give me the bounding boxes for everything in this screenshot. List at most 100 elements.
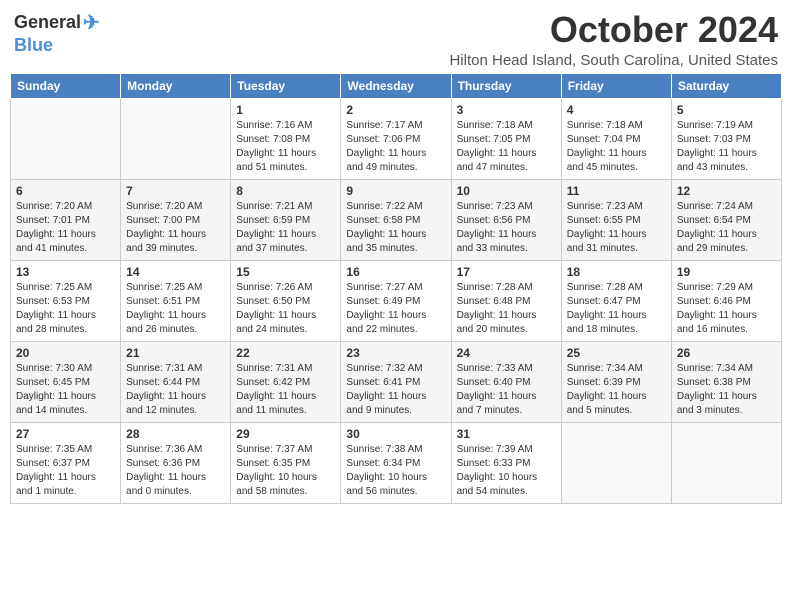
calendar-cell: 16 Sunrise: 7:27 AM Sunset: 6:49 PM Dayli… bbox=[341, 260, 451, 341]
calendar-cell: 14Sunrise: 7:25 AM Sunset: 6:51 PM Dayli… bbox=[121, 260, 231, 341]
day-number: 30 bbox=[346, 427, 445, 441]
day-number: 14 bbox=[126, 265, 225, 279]
day-number: 5 bbox=[677, 103, 776, 117]
calendar-cell: 5 Sunrise: 7:19 AM Sunset: 7:03 PM Daylig… bbox=[671, 98, 781, 179]
calendar-cell bbox=[121, 98, 231, 179]
calendar-cell: 27 Sunrise: 7:35 AM Sunset: 6:37 PM Dayli… bbox=[11, 422, 121, 503]
day-info: Sunrise: 7:28 AM Sunset: 6:47 PM Dayligh… bbox=[567, 281, 666, 337]
calendar-cell bbox=[11, 98, 121, 179]
page-header: General ✈ Blue October 2024 Hilton Head … bbox=[10, 10, 782, 69]
calendar-cell: 29Sunrise: 7:37 AM Sunset: 6:35 PM Dayli… bbox=[231, 422, 341, 503]
calendar-cell: 7 Sunrise: 7:20 AM Sunset: 7:00 PM Daylig… bbox=[121, 179, 231, 260]
day-number: 28 bbox=[126, 427, 225, 441]
calendar-cell: 11Sunrise: 7:23 AM Sunset: 6:55 PM Dayli… bbox=[561, 179, 671, 260]
month-title: October 2024 bbox=[449, 10, 778, 50]
day-number: 1 bbox=[236, 103, 335, 117]
calendar-cell: 12Sunrise: 7:24 AM Sunset: 6:54 PM Dayli… bbox=[671, 179, 781, 260]
day-info: Sunrise: 7:34 AM Sunset: 6:38 PM Dayligh… bbox=[677, 362, 776, 418]
day-number: 25 bbox=[567, 346, 666, 360]
logo-icon: ✈ bbox=[83, 10, 100, 35]
day-number: 7 bbox=[126, 184, 225, 198]
weekday-header: Thursday bbox=[451, 73, 561, 98]
logo-blue: Blue bbox=[14, 35, 53, 56]
day-info: Sunrise: 7:20 AM Sunset: 7:00 PM Dayligh… bbox=[126, 200, 225, 256]
day-number: 9 bbox=[346, 184, 445, 198]
day-number: 13 bbox=[16, 265, 115, 279]
weekday-header: Wednesday bbox=[341, 73, 451, 98]
logo-general: General bbox=[14, 12, 81, 33]
day-number: 18 bbox=[567, 265, 666, 279]
weekday-header: Sunday bbox=[11, 73, 121, 98]
weekday-header-row: SundayMondayTuesdayWednesdayThursdayFrid… bbox=[11, 73, 782, 98]
title-block: October 2024 Hilton Head Island, South C… bbox=[449, 10, 778, 69]
calendar-cell: 10 Sunrise: 7:23 AM Sunset: 6:56 PM Dayli… bbox=[451, 179, 561, 260]
calendar-cell: 1 Sunrise: 7:16 AM Sunset: 7:08 PM Daylig… bbox=[231, 98, 341, 179]
calendar-cell: 17Sunrise: 7:28 AM Sunset: 6:48 PM Dayli… bbox=[451, 260, 561, 341]
day-info: Sunrise: 7:21 AM Sunset: 6:59 PM Dayligh… bbox=[236, 200, 335, 256]
day-number: 2 bbox=[346, 103, 445, 117]
weekday-header: Monday bbox=[121, 73, 231, 98]
calendar-cell: 28 Sunrise: 7:36 AM Sunset: 6:36 PM Dayli… bbox=[121, 422, 231, 503]
day-number: 16 bbox=[346, 265, 445, 279]
day-number: 22 bbox=[236, 346, 335, 360]
day-info: Sunrise: 7:25 AM Sunset: 6:53 PM Dayligh… bbox=[16, 281, 115, 337]
day-number: 6 bbox=[16, 184, 115, 198]
day-info: Sunrise: 7:39 AM Sunset: 6:33 PM Dayligh… bbox=[457, 443, 556, 499]
calendar-week-row: 20Sunrise: 7:30 AM Sunset: 6:45 PM Dayli… bbox=[11, 341, 782, 422]
calendar-week-row: 27 Sunrise: 7:35 AM Sunset: 6:37 PM Dayli… bbox=[11, 422, 782, 503]
calendar-cell bbox=[671, 422, 781, 503]
calendar-week-row: 13 Sunrise: 7:25 AM Sunset: 6:53 PM Dayli… bbox=[11, 260, 782, 341]
day-info: Sunrise: 7:23 AM Sunset: 6:55 PM Dayligh… bbox=[567, 200, 666, 256]
weekday-header: Friday bbox=[561, 73, 671, 98]
day-number: 10 bbox=[457, 184, 556, 198]
day-info: Sunrise: 7:16 AM Sunset: 7:08 PM Dayligh… bbox=[236, 119, 335, 175]
calendar-cell: 19Sunrise: 7:29 AM Sunset: 6:46 PM Dayli… bbox=[671, 260, 781, 341]
calendar-cell bbox=[561, 422, 671, 503]
day-info: Sunrise: 7:29 AM Sunset: 6:46 PM Dayligh… bbox=[677, 281, 776, 337]
calendar-cell: 26 Sunrise: 7:34 AM Sunset: 6:38 PM Dayli… bbox=[671, 341, 781, 422]
day-info: Sunrise: 7:34 AM Sunset: 6:39 PM Dayligh… bbox=[567, 362, 666, 418]
day-number: 4 bbox=[567, 103, 666, 117]
calendar-cell: 25 Sunrise: 7:34 AM Sunset: 6:39 PM Dayli… bbox=[561, 341, 671, 422]
calendar-cell: 20Sunrise: 7:30 AM Sunset: 6:45 PM Dayli… bbox=[11, 341, 121, 422]
weekday-header: Saturday bbox=[671, 73, 781, 98]
day-info: Sunrise: 7:35 AM Sunset: 6:37 PM Dayligh… bbox=[16, 443, 115, 499]
day-info: Sunrise: 7:30 AM Sunset: 6:45 PM Dayligh… bbox=[16, 362, 115, 418]
day-number: 15 bbox=[236, 265, 335, 279]
calendar-cell: 13 Sunrise: 7:25 AM Sunset: 6:53 PM Dayli… bbox=[11, 260, 121, 341]
day-number: 26 bbox=[677, 346, 776, 360]
calendar-cell: 3 Sunrise: 7:18 AM Sunset: 7:05 PM Daylig… bbox=[451, 98, 561, 179]
day-info: Sunrise: 7:18 AM Sunset: 7:05 PM Dayligh… bbox=[457, 119, 556, 175]
day-info: Sunrise: 7:36 AM Sunset: 6:36 PM Dayligh… bbox=[126, 443, 225, 499]
day-number: 21 bbox=[126, 346, 225, 360]
day-number: 3 bbox=[457, 103, 556, 117]
calendar-table: SundayMondayTuesdayWednesdayThursdayFrid… bbox=[10, 73, 782, 504]
calendar-cell: 9 Sunrise: 7:22 AM Sunset: 6:58 PM Daylig… bbox=[341, 179, 451, 260]
calendar-cell: 6 Sunrise: 7:20 AM Sunset: 7:01 PM Daylig… bbox=[11, 179, 121, 260]
day-number: 27 bbox=[16, 427, 115, 441]
day-number: 31 bbox=[457, 427, 556, 441]
day-info: Sunrise: 7:22 AM Sunset: 6:58 PM Dayligh… bbox=[346, 200, 445, 256]
day-info: Sunrise: 7:33 AM Sunset: 6:40 PM Dayligh… bbox=[457, 362, 556, 418]
day-info: Sunrise: 7:28 AM Sunset: 6:48 PM Dayligh… bbox=[457, 281, 556, 337]
calendar-cell: 4Sunrise: 7:18 AM Sunset: 7:04 PM Daylig… bbox=[561, 98, 671, 179]
calendar-cell: 18 Sunrise: 7:28 AM Sunset: 6:47 PM Dayli… bbox=[561, 260, 671, 341]
logo: General ✈ Blue bbox=[14, 10, 100, 56]
day-info: Sunrise: 7:24 AM Sunset: 6:54 PM Dayligh… bbox=[677, 200, 776, 256]
day-info: Sunrise: 7:20 AM Sunset: 7:01 PM Dayligh… bbox=[16, 200, 115, 256]
calendar-cell: 23Sunrise: 7:32 AM Sunset: 6:41 PM Dayli… bbox=[341, 341, 451, 422]
calendar-week-row: 1 Sunrise: 7:16 AM Sunset: 7:08 PM Daylig… bbox=[11, 98, 782, 179]
calendar-cell: 21Sunrise: 7:31 AM Sunset: 6:44 PM Dayli… bbox=[121, 341, 231, 422]
day-info: Sunrise: 7:31 AM Sunset: 6:42 PM Dayligh… bbox=[236, 362, 335, 418]
day-info: Sunrise: 7:23 AM Sunset: 6:56 PM Dayligh… bbox=[457, 200, 556, 256]
day-number: 24 bbox=[457, 346, 556, 360]
day-info: Sunrise: 7:17 AM Sunset: 7:06 PM Dayligh… bbox=[346, 119, 445, 175]
day-info: Sunrise: 7:27 AM Sunset: 6:49 PM Dayligh… bbox=[346, 281, 445, 337]
calendar-cell: 15Sunrise: 7:26 AM Sunset: 6:50 PM Dayli… bbox=[231, 260, 341, 341]
calendar-cell: 22 Sunrise: 7:31 AM Sunset: 6:42 PM Dayli… bbox=[231, 341, 341, 422]
location-title: Hilton Head Island, South Carolina, Unit… bbox=[449, 52, 778, 69]
calendar-cell: 30Sunrise: 7:38 AM Sunset: 6:34 PM Dayli… bbox=[341, 422, 451, 503]
day-number: 29 bbox=[236, 427, 335, 441]
day-info: Sunrise: 7:32 AM Sunset: 6:41 PM Dayligh… bbox=[346, 362, 445, 418]
day-info: Sunrise: 7:19 AM Sunset: 7:03 PM Dayligh… bbox=[677, 119, 776, 175]
